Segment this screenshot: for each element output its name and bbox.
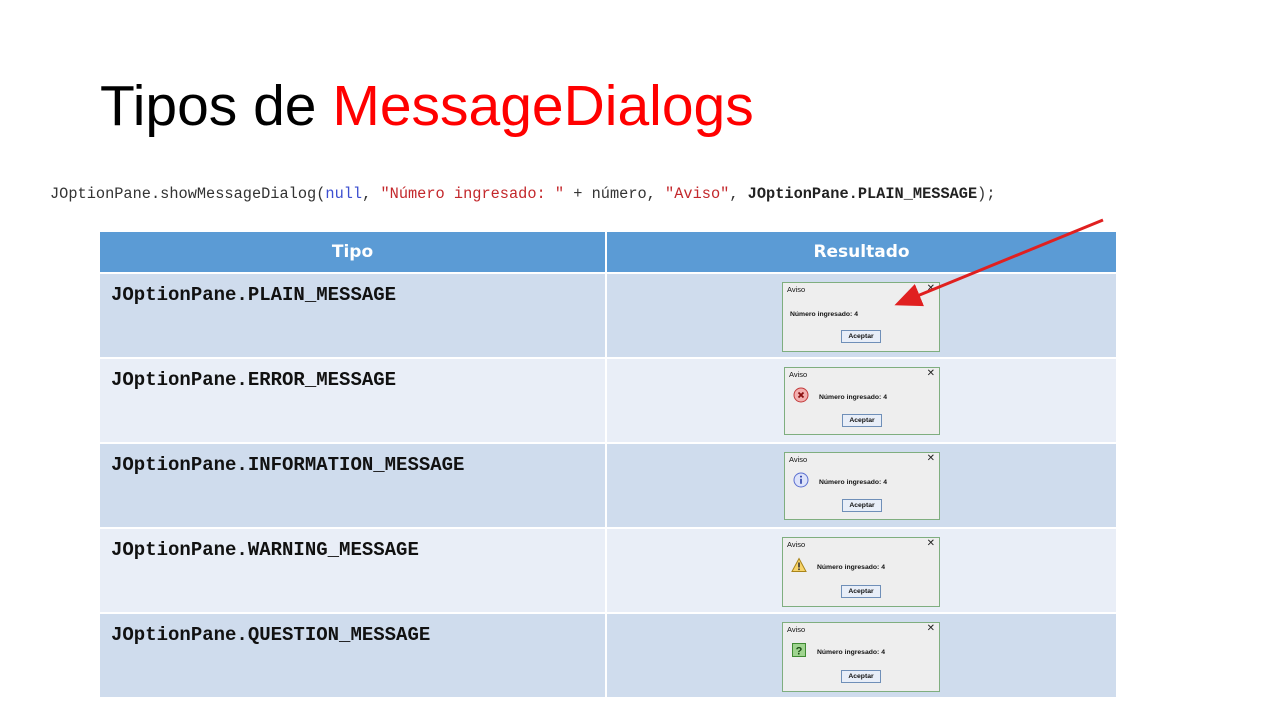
close-icon[interactable]: ✕ <box>927 453 935 465</box>
code-string-title: "Aviso" <box>665 185 730 203</box>
dialog-title: Aviso <box>787 540 806 549</box>
close-icon[interactable]: ✕ <box>927 623 935 635</box>
svg-text:?: ? <box>796 646 803 658</box>
table-header-row: Tipo Resultado <box>100 232 1116 274</box>
type-label: JOptionPane.ERROR_MESSAGE <box>111 369 397 391</box>
dialog-message: Número ingresado: 4 <box>817 649 885 656</box>
result-cell: Aviso ✕ ? Número ingresado: 4 Aceptar <box>606 613 1116 699</box>
type-cell: JOptionPane.WARNING_MESSAGE <box>100 528 607 614</box>
table-row: JOptionPane.WARNING_MESSAGE Aviso ✕ Núme… <box>100 528 1116 614</box>
close-icon[interactable]: ✕ <box>927 368 935 380</box>
table-row: JOptionPane.PLAIN_MESSAGE Aviso ✕ Número… <box>100 273 1116 359</box>
code-end: ); <box>977 185 996 203</box>
message-types-table: Tipo Resultado JOptionPane.PLAIN_MESSAGE… <box>100 232 1116 699</box>
error-message-dialog: Aviso ✕ Número ingresado: 4 Aceptar <box>784 367 940 435</box>
title-accent: MessageDialogs <box>332 74 754 138</box>
type-cell: JOptionPane.ERROR_MESSAGE <box>100 358 607 444</box>
code-call: JOptionPane.showMessageDialog( <box>50 185 326 203</box>
error-icon <box>793 387 809 403</box>
type-label: JOptionPane.QUESTION_MESSAGE <box>111 624 431 646</box>
result-cell: Aviso ✕ Número ingresado: 4 Aceptar <box>606 443 1116 529</box>
dialog-message: Número ingresado: 4 <box>819 394 887 401</box>
code-sep-1: , <box>362 185 381 203</box>
accept-button[interactable]: Aceptar <box>841 670 881 683</box>
close-icon[interactable]: ✕ <box>927 538 935 550</box>
code-constant: JOptionPane.PLAIN_MESSAGE <box>747 185 978 203</box>
code-example: JOptionPane.showMessageDialog(null, "Núm… <box>50 184 996 204</box>
question-icon: ? <box>791 642 807 658</box>
dialog-message: Número ingresado: 4 <box>819 479 887 486</box>
title-plain: Tipos de <box>100 74 333 138</box>
dialog-message: Número ingresado: 4 <box>790 311 858 318</box>
header-tipo: Tipo <box>100 232 607 274</box>
dialog-message: Número ingresado: 4 <box>817 564 885 571</box>
type-label: JOptionPane.INFORMATION_MESSAGE <box>111 454 465 476</box>
plain-message-dialog: Aviso ✕ Número ingresado: 4 Aceptar <box>782 282 940 352</box>
warning-message-dialog: Aviso ✕ Número ingresado: 4 Aceptar <box>782 537 940 607</box>
code-null-keyword: null <box>325 185 363 203</box>
information-icon <box>793 472 809 488</box>
result-cell: Aviso ✕ Número ingresado: 4 Aceptar <box>606 528 1116 614</box>
dialog-title: Aviso <box>789 455 808 464</box>
type-label: JOptionPane.PLAIN_MESSAGE <box>111 284 397 306</box>
close-icon[interactable]: ✕ <box>927 283 935 295</box>
accept-button[interactable]: Aceptar <box>841 330 881 343</box>
header-resultado: Resultado <box>606 232 1116 274</box>
code-string-message: "Número ingresado: " <box>380 185 565 203</box>
result-cell: Aviso ✕ Número ingresado: 4 Aceptar <box>606 273 1116 359</box>
dialog-title: Aviso <box>787 285 806 294</box>
page-title: Tipos de MessageDialogs <box>100 70 754 142</box>
code-sep-2: , <box>729 185 748 203</box>
type-cell: JOptionPane.INFORMATION_MESSAGE <box>100 443 607 529</box>
accept-button[interactable]: Aceptar <box>842 499 882 512</box>
table-row: JOptionPane.ERROR_MESSAGE Aviso ✕ Número… <box>100 358 1116 444</box>
accept-button[interactable]: Aceptar <box>842 414 882 427</box>
dialog-title: Aviso <box>789 370 808 379</box>
question-message-dialog: Aviso ✕ ? Número ingresado: 4 Aceptar <box>782 622 940 692</box>
table-row: JOptionPane.INFORMATION_MESSAGE Aviso ✕ … <box>100 443 1116 529</box>
type-label: JOptionPane.WARNING_MESSAGE <box>111 539 419 561</box>
type-cell: JOptionPane.QUESTION_MESSAGE <box>100 613 607 699</box>
code-concat: + número, <box>564 185 666 203</box>
dialog-title: Aviso <box>787 625 806 634</box>
warning-icon <box>791 557 807 573</box>
information-message-dialog: Aviso ✕ Número ingresado: 4 Aceptar <box>784 452 940 520</box>
accept-button[interactable]: Aceptar <box>841 585 881 598</box>
result-cell: Aviso ✕ Número ingresado: 4 Aceptar <box>606 358 1116 444</box>
type-cell: JOptionPane.PLAIN_MESSAGE <box>100 273 607 359</box>
table-row: JOptionPane.QUESTION_MESSAGE Aviso ✕ ? N… <box>100 613 1116 699</box>
